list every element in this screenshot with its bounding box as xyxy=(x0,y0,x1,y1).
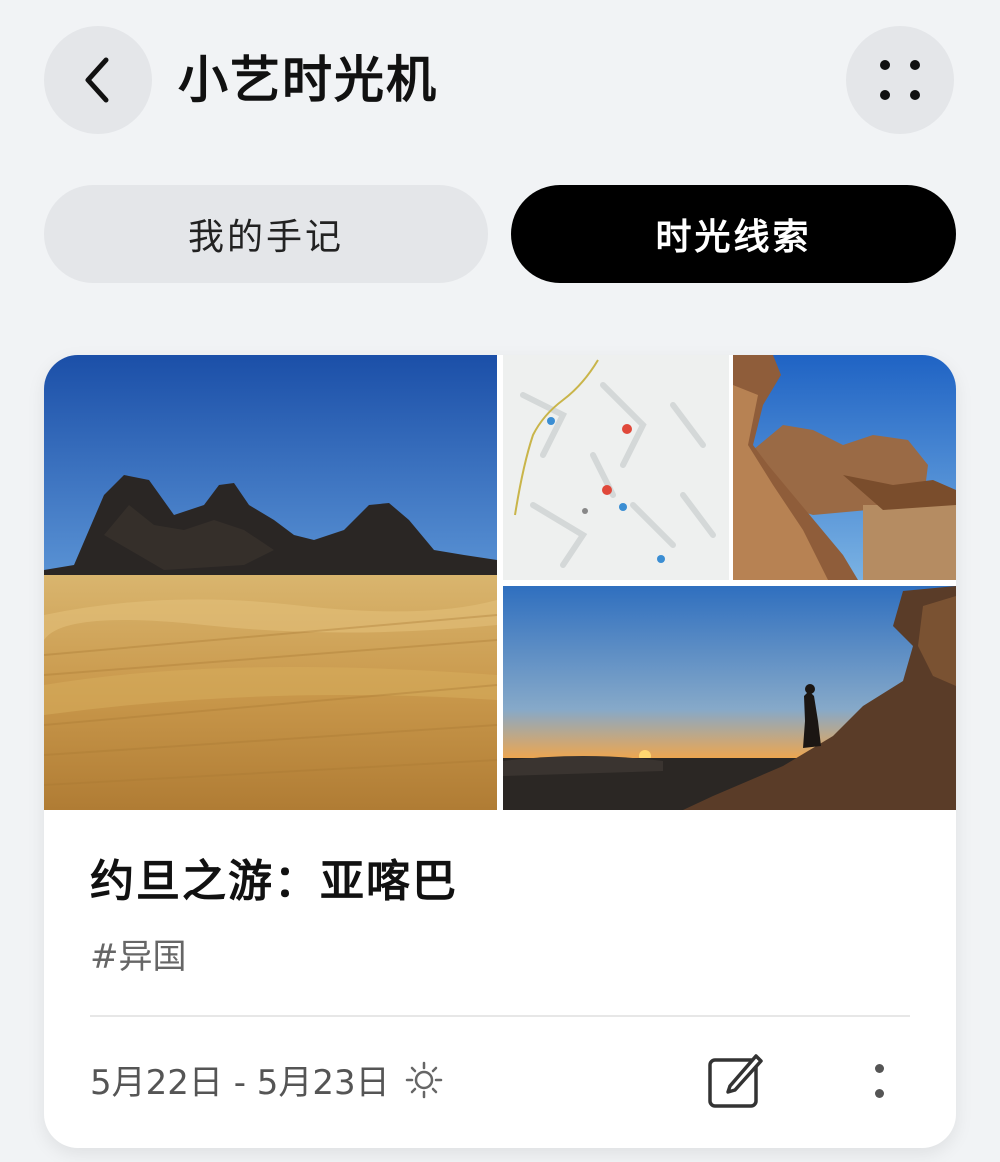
tab-time-clues[interactable]: 时光线索 xyxy=(511,185,956,283)
menu-dot xyxy=(874,1089,884,1098)
card-title: 约旦之游：亚喀巴 xyxy=(90,856,458,907)
date-range: 5月22日 - 5月23日 xyxy=(90,1063,390,1103)
app-header: 小艺时光机 xyxy=(0,0,1000,160)
sun-icon xyxy=(405,1061,442,1098)
chevron-left-icon xyxy=(85,57,109,103)
grid-dots-icon xyxy=(880,60,920,100)
photo-map[interactable] xyxy=(503,355,729,580)
divider xyxy=(90,1015,910,1017)
memory-card[interactable]: 约旦之游：亚喀巴 #异国 5月22日 - 5月23日 xyxy=(44,355,956,1148)
photo-sunset-silhouette[interactable] xyxy=(503,586,956,810)
edit-note-icon xyxy=(708,1054,763,1108)
menu-dot xyxy=(874,1064,884,1073)
back-button[interactable] xyxy=(44,26,152,134)
more-button[interactable] xyxy=(846,26,954,134)
edit-button[interactable] xyxy=(704,1050,766,1112)
tab-my-notes[interactable]: 我的手记 xyxy=(44,185,488,283)
photo-rock-arch[interactable] xyxy=(733,355,956,580)
card-tag[interactable]: #异国 xyxy=(90,929,187,978)
photo-desert-dunes[interactable] xyxy=(44,355,497,810)
more-vertical-icon[interactable] xyxy=(862,1050,896,1112)
page-title: 小艺时光机 xyxy=(178,51,438,109)
date-row: 5月22日 - 5月23日 xyxy=(90,1055,444,1104)
